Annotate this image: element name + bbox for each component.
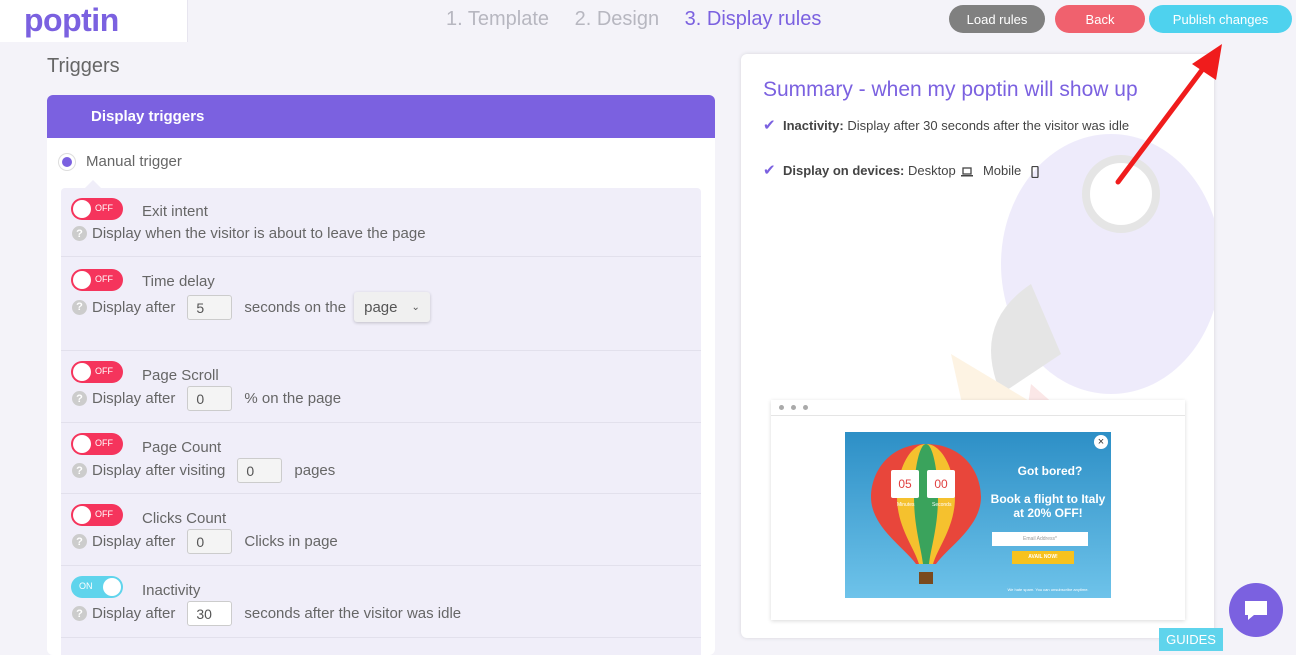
trigger-row-page-scroll: OFF Page Scroll ? Display after 0 % on t…	[61, 351, 701, 423]
time-delay-input[interactable]: 5	[187, 294, 233, 320]
display-triggers-panel: Display triggers Manual trigger OFF Exit…	[47, 95, 715, 655]
step-display-rules[interactable]: 3. Display rules	[685, 8, 822, 30]
panel-header: Display triggers	[47, 95, 715, 138]
help-icon[interactable]: ?	[72, 534, 87, 549]
popup-subline: Book a flight to Italy at 20% OFF!	[990, 492, 1106, 520]
summary-title: Summary - when my poptin will show up	[763, 78, 1138, 101]
chevron-down-icon: ⌄	[411, 301, 420, 313]
manual-trigger-option[interactable]: Manual trigger	[62, 153, 182, 170]
trigger-desc: ? Display when the visitor is about to le…	[72, 225, 426, 242]
publish-changes-button[interactable]: Publish changes	[1149, 5, 1292, 33]
trigger-desc: ? Display after 0 Clicks in page	[72, 529, 338, 554]
trigger-title: Page Count	[142, 439, 222, 456]
poptin-logo[interactable]: poptin	[24, 2, 119, 39]
page-select[interactable]: page ⌄	[354, 292, 430, 322]
trigger-title: Exit intent	[142, 203, 208, 220]
mobile-icon	[1031, 165, 1039, 178]
hot-air-balloon-icon	[871, 444, 981, 584]
help-icon[interactable]: ?	[72, 391, 87, 406]
guides-button[interactable]: GUIDES	[1159, 628, 1223, 651]
browser-bar	[771, 400, 1185, 416]
trigger-title: Inactivity	[142, 582, 201, 599]
check-icon: ✔	[763, 162, 776, 179]
help-icon[interactable]: ?	[72, 463, 87, 478]
step-design[interactable]: 2. Design	[575, 8, 660, 30]
laptop-icon	[961, 166, 974, 177]
page-scroll-input[interactable]: 0	[187, 386, 233, 411]
trigger-row-time-delay: OFF Time delay ? Display after 5 seconds…	[61, 257, 701, 351]
wizard-steps: 1. Template 2. Design 3. Display rules	[446, 8, 841, 31]
help-icon[interactable]: ?	[72, 299, 87, 315]
trigger-title: Time delay	[142, 273, 215, 290]
trigger-desc: ? Display after 0 % on the page	[72, 386, 341, 411]
countdown-timer: 05 00	[891, 470, 955, 498]
inactivity-input[interactable]: 30	[187, 601, 233, 626]
popup-cta-button[interactable]: AVAIL NOW!	[1012, 551, 1074, 564]
triggers-heading: Triggers	[47, 55, 120, 77]
trigger-desc: ? Display after 30 seconds after the vis…	[72, 601, 461, 626]
chat-icon	[1245, 601, 1267, 620]
popup-email-field[interactable]: Email Address*	[992, 532, 1088, 546]
load-rules-button[interactable]: Load rules	[949, 5, 1045, 33]
clicks-count-input[interactable]: 0	[187, 529, 233, 554]
step-template[interactable]: 1. Template	[446, 8, 549, 30]
clicks-count-toggle[interactable]: OFF	[71, 504, 123, 526]
top-bar: poptin 1. Template 2. Design 3. Display …	[0, 0, 1296, 42]
time-delay-toggle[interactable]: OFF	[71, 269, 123, 291]
trigger-list: OFF Exit intent ? Display when the visito…	[61, 188, 701, 655]
back-button[interactable]: Back	[1055, 5, 1145, 33]
popup-footer: We hate spam. You can unsubscribe anytim…	[1007, 587, 1089, 592]
help-icon[interactable]: ?	[72, 606, 87, 621]
radio-icon[interactable]	[62, 156, 72, 167]
trigger-title: Clicks Count	[142, 510, 227, 527]
popup-preview: 05 00 Minutes Seconds Got bored? Book a …	[845, 432, 1111, 598]
trigger-title: Page Scroll	[142, 367, 219, 384]
red-arrow-annotation-icon	[1115, 44, 1222, 185]
preview-browser: 05 00 Minutes Seconds Got bored? Book a …	[771, 400, 1185, 620]
popup-headline: Got bored?	[1017, 464, 1083, 478]
trigger-row-inactivity: ON Inactivity ? Display after 30 seconds…	[61, 566, 701, 638]
inactivity-toggle[interactable]: ON	[71, 576, 123, 598]
manual-trigger-label: Manual trigger	[86, 153, 182, 170]
trigger-desc: ? Display after 5 seconds on the page ⌄	[72, 292, 430, 322]
chat-button[interactable]	[1229, 583, 1283, 637]
exit-intent-toggle[interactable]: OFF	[71, 198, 123, 220]
close-icon[interactable]: ×	[1094, 435, 1108, 449]
trigger-row-page-count: OFF Page Count ? Display after visiting …	[61, 423, 701, 494]
trigger-desc: ? Display after visiting 0 pages	[72, 458, 335, 483]
check-icon: ✔	[763, 117, 776, 134]
timer-minutes: 05	[891, 470, 919, 498]
help-icon[interactable]: ?	[72, 226, 87, 241]
page-count-input[interactable]: 0	[237, 458, 283, 483]
timer-seconds: 00	[927, 470, 955, 498]
seconds-label: Seconds	[932, 502, 952, 508]
trigger-row-clicks-count: OFF Clicks Count ? Display after 0 Click…	[61, 494, 701, 566]
minutes-label: Minutes	[897, 502, 915, 508]
page-count-toggle[interactable]: OFF	[71, 433, 123, 455]
page-scroll-toggle[interactable]: OFF	[71, 361, 123, 383]
trigger-row-exit-intent: OFF Exit intent ? Display when the visito…	[61, 188, 701, 257]
